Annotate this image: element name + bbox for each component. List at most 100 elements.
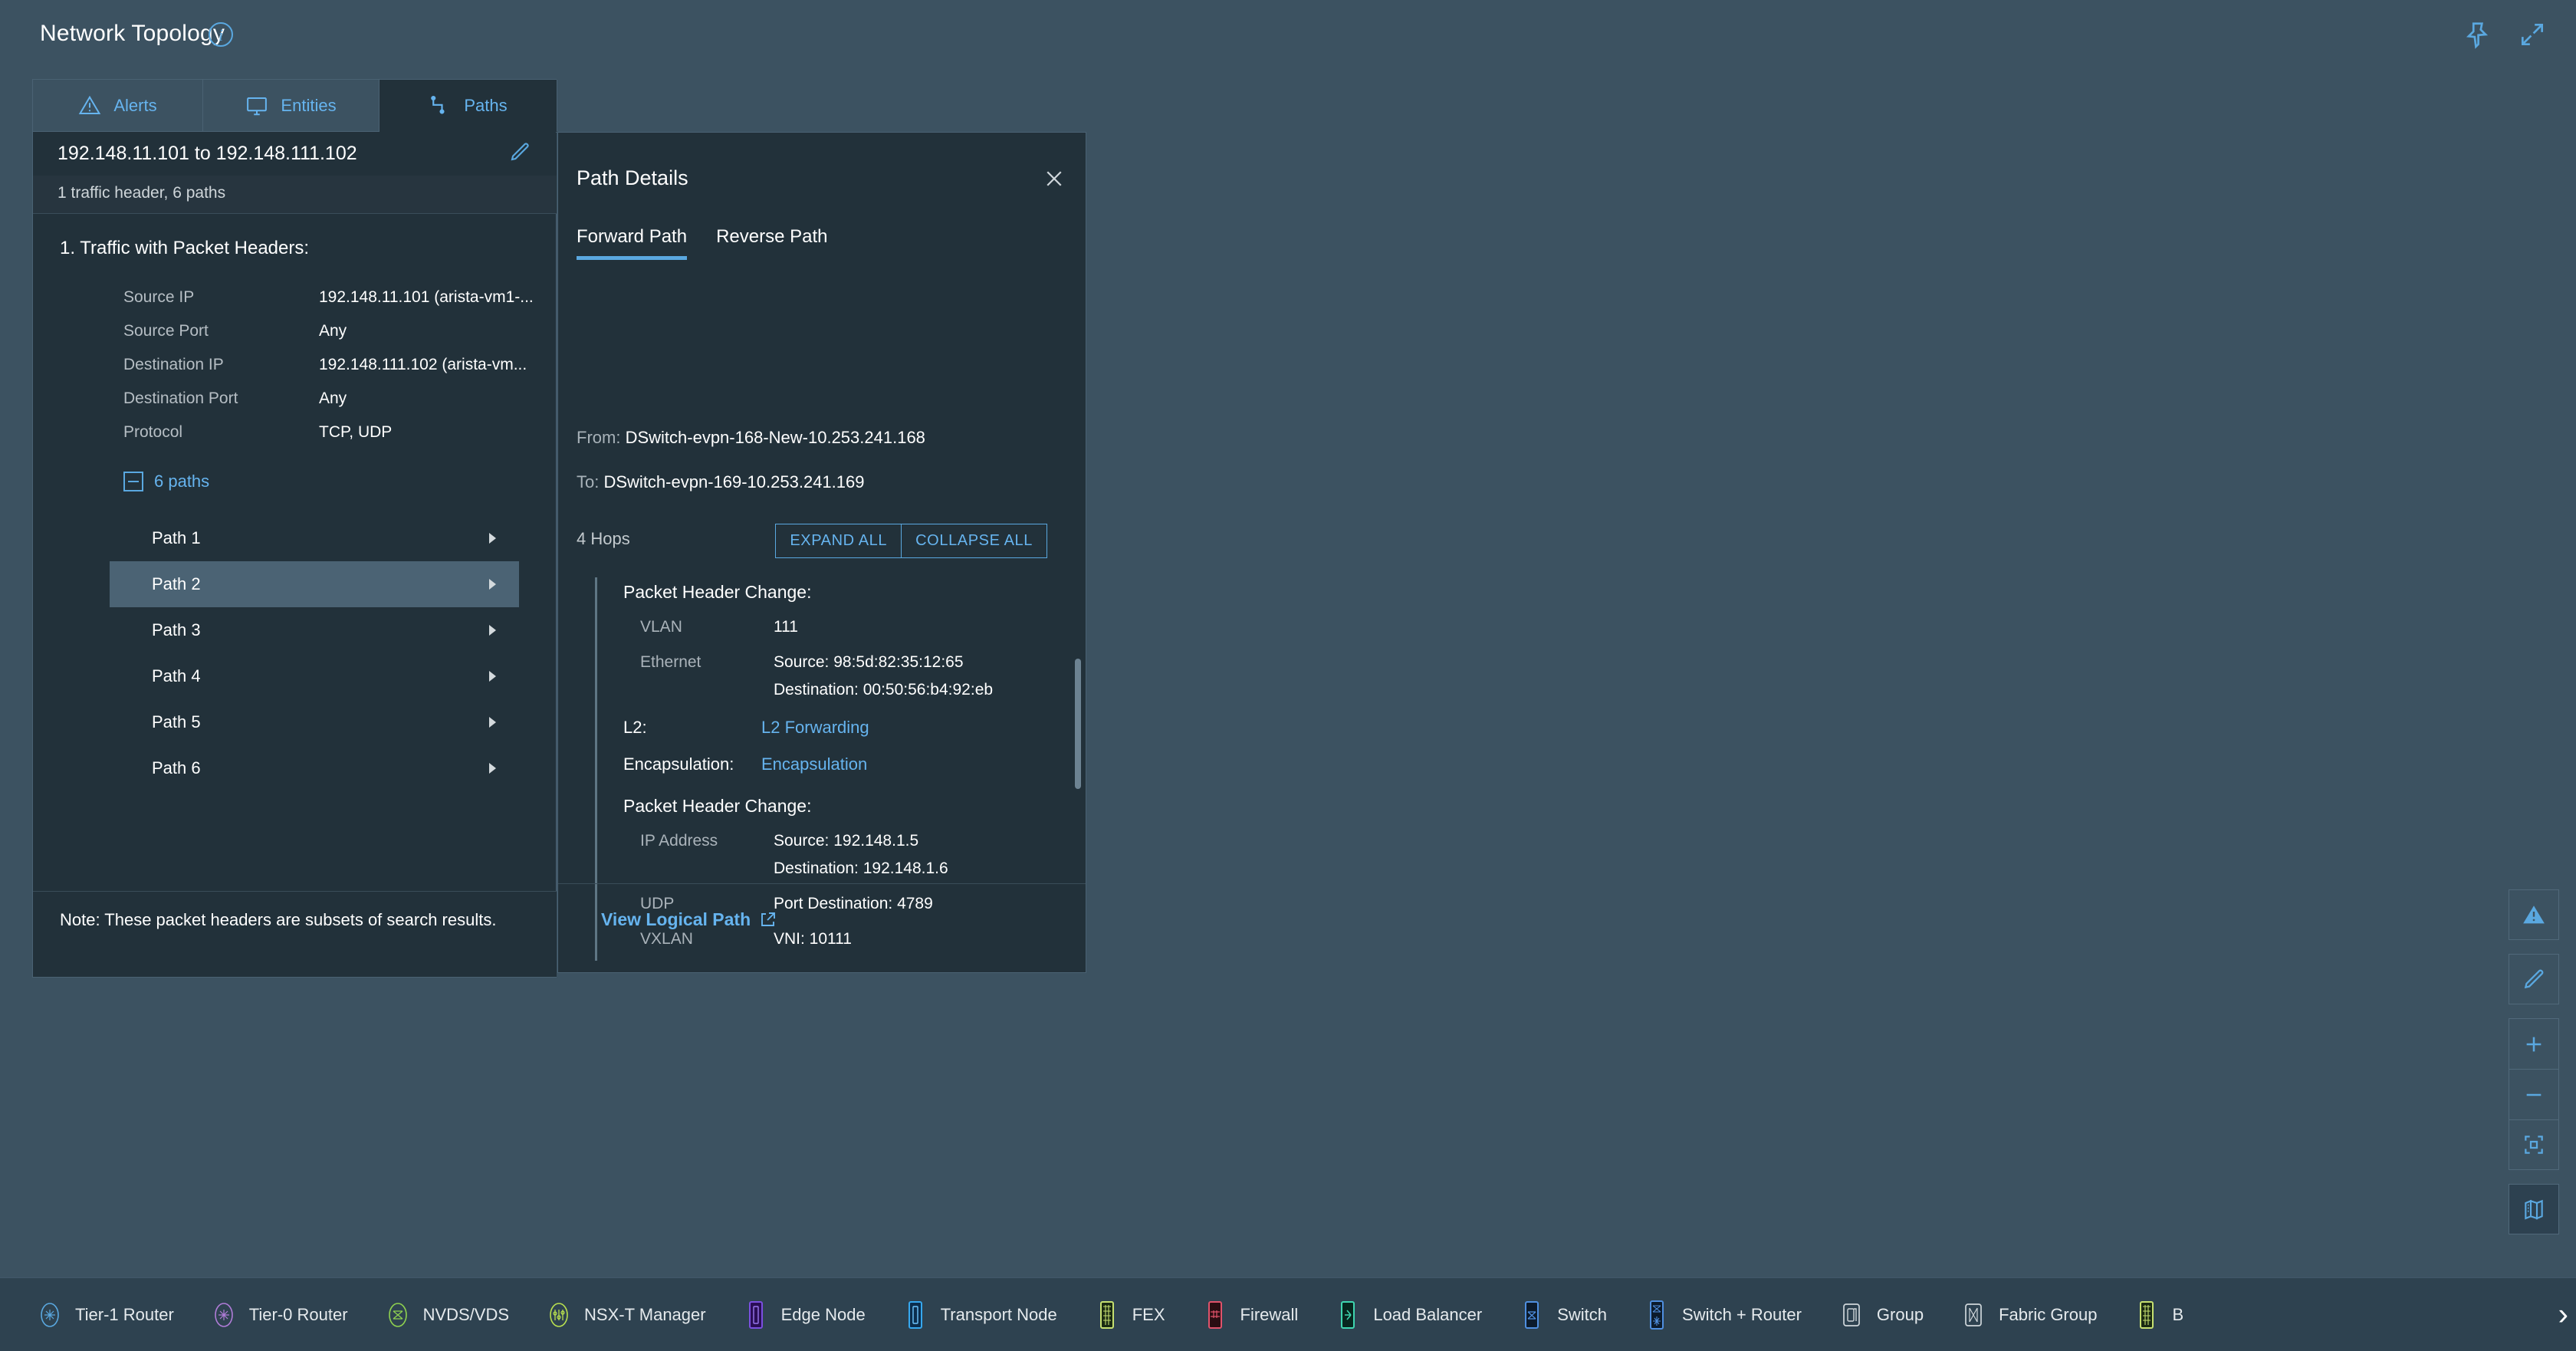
node-chip-arista-fabric[interactable]: Arista Fabric <box>2282 339 2374 359</box>
traffic-row-key: Protocol <box>123 423 183 441</box>
tab-entities[interactable]: Entities <box>203 80 380 132</box>
legend-item-group[interactable]: Group <box>1837 1299 1924 1331</box>
packet-header-change-heading-2: Packet Header Change: <box>623 796 812 816</box>
node-chip-host-right[interactable]: Host 10.253.241... <box>2274 1037 2395 1057</box>
path-list-item-4[interactable]: Path 4 <box>110 653 519 699</box>
transport-node-icon <box>901 1299 930 1331</box>
tab-reverse-path[interactable]: Reverse Path <box>716 226 827 260</box>
path-list-item-5[interactable]: Path 5 <box>110 699 519 745</box>
host-card-bottom-mid[interactable] <box>495 1121 703 1277</box>
device-node-spine[interactable] <box>2087 862 2119 892</box>
hop-encapsulation-row: Encapsulation: Encapsulation <box>623 754 1069 774</box>
path-list-item-2[interactable]: Path 2 <box>110 561 519 607</box>
node-chip-leaf-fabric[interactable]: Leaf Fabric <box>2268 358 2353 378</box>
legend-item-edge-node[interactable]: Edge Node <box>741 1299 866 1331</box>
host-card-right[interactable] <box>2262 1050 2337 1116</box>
host-vm-active-left[interactable] <box>1325 1061 1346 1083</box>
minimap-tool[interactable] <box>2509 1184 2559 1234</box>
pencil-icon[interactable] <box>508 140 531 163</box>
traffic-list-area: 1. Traffic with Packet Headers: Source I… <box>33 215 557 965</box>
node-chip-label: Host 10.253.241... <box>2295 1040 2389 1054</box>
details-scrollbar[interactable] <box>1075 659 1081 789</box>
chevron-right-icon <box>489 717 496 728</box>
chevron-right-icon <box>489 763 496 774</box>
tab-forward-path[interactable]: Forward Path <box>577 226 688 260</box>
host-vm-bottom-mid[interactable] <box>511 1215 531 1234</box>
hop-row-value: 111 <box>774 618 798 636</box>
device-node-vtep-right[interactable] <box>2300 371 2332 402</box>
chevron-right-icon[interactable]: › <box>2558 1297 2568 1332</box>
path-icon <box>429 94 452 117</box>
legend-item-switch-router[interactable]: Switch + Router <box>1642 1299 1802 1331</box>
view-logical-path-link[interactable]: View Logical Path <box>601 909 777 930</box>
node-chip-host-bottom-mid[interactable]: Host 10.253.241... <box>644 1197 765 1217</box>
map-icon <box>2525 1199 2543 1220</box>
info-icon[interactable]: i <box>209 22 233 47</box>
legend-item-load-balancer[interactable]: Load Balancer <box>1333 1299 1482 1331</box>
pin-icon[interactable] <box>2463 20 2492 49</box>
path-details-footer: View Logical Path <box>558 883 1086 972</box>
minus-square-icon[interactable] <box>123 472 143 491</box>
collapse-all-button[interactable]: COLLAPSE ALL <box>901 524 1046 557</box>
legend-item-nsxt-manager[interactable]: NSX-T Manager <box>544 1299 706 1331</box>
legend-label: Fabric Group <box>1999 1304 2098 1324</box>
path-list-item-3[interactable]: Path 3 <box>110 607 519 653</box>
legend-item-transport-node[interactable]: Transport Node <box>901 1299 1057 1331</box>
fabric-group-icon <box>2048 849 2064 863</box>
expand-all-button[interactable]: EXPAND ALL <box>776 524 901 557</box>
path-from-value: DSwitch-evpn-168-New-10.253.241.168 <box>625 428 925 447</box>
traffic-row-value: 192.148.11.101 (arista-vm1-... <box>319 288 534 306</box>
fabric-group-icon <box>1959 1299 1988 1331</box>
legend-item-fex[interactable]: FEX <box>1092 1299 1165 1331</box>
legend-item-switch[interactable]: Switch <box>1517 1299 1607 1331</box>
hop-encapsulation-value-link[interactable]: Encapsulation <box>761 754 867 774</box>
tab-alerts[interactable]: Alerts <box>33 80 203 132</box>
plus-icon <box>2526 1037 2542 1051</box>
fabric-group-icon <box>2282 340 2298 354</box>
edit-tool[interactable] <box>2509 954 2559 1004</box>
search-subtitle: 1 traffic header, 6 paths <box>58 184 226 202</box>
host-vm-active-right[interactable] <box>2306 1060 2329 1083</box>
zoom-out-tool[interactable] <box>2509 1069 2559 1119</box>
traffic-row-value: Any <box>319 390 347 407</box>
node-chip-host-left[interactable]: Host 10.253.241... <box>1282 1042 1403 1062</box>
legend-item-tier0-router[interactable]: Tier-0 Router <box>209 1299 348 1331</box>
alarm-indicator[interactable] <box>2328 367 2338 376</box>
legend-label: Firewall <box>1240 1304 1299 1324</box>
legend-item-tier1-router[interactable]: Tier-1 Router <box>35 1299 174 1331</box>
hop-row-vlan: VLAN 111 <box>623 618 1069 638</box>
legend-item-truncated[interactable]: B <box>2132 1299 2183 1331</box>
tab-paths[interactable]: Paths <box>380 80 557 132</box>
packet-header-change-heading: Packet Header Change: <box>623 582 812 602</box>
chevron-right-icon <box>489 579 496 590</box>
legend-item-nvds-vds[interactable]: NVDS/VDS <box>383 1299 509 1331</box>
host-vm-right[interactable] <box>2277 1084 2297 1104</box>
node-chip-spine-fabric[interactable]: Spine Fabric <box>2047 848 2139 868</box>
device-badge-vtep-left: VTEP <box>1179 402 1219 416</box>
path-list-item-6[interactable]: Path 6 <box>110 745 519 791</box>
close-icon[interactable] <box>1043 167 1066 190</box>
hop-l2-row: L2: L2 Forwarding <box>623 718 1069 738</box>
hop-row-value-secondary: Destination: 00:50:56:b4:92:eb <box>774 681 994 699</box>
legend-label: FEX <box>1132 1304 1165 1324</box>
hop-encapsulation-label: Encapsulation: <box>623 754 734 774</box>
zoom-in-tool[interactable] <box>2509 1018 2559 1069</box>
path-details-title: Path Details <box>577 166 688 189</box>
paths-collapse-toggle[interactable]: 6 paths <box>123 472 209 491</box>
legend-item-fabric-group[interactable]: Fabric Group <box>1959 1299 2097 1331</box>
host-card-bottom-left[interactable] <box>176 1231 437 1277</box>
expand-collapse-button-group: EXPAND ALL COLLAPSE ALL <box>775 524 1047 558</box>
traffic-row-value: 192.148.111.102 (arista-vm... <box>319 356 527 373</box>
hop-row-value-secondary: Destination: 192.148.1.6 <box>774 860 948 877</box>
fit-screen-tool[interactable] <box>2509 1119 2559 1170</box>
alarm-indicator[interactable] <box>1221 367 1231 376</box>
device-node-vtep-left[interactable] <box>1194 371 1226 402</box>
alarm-indicator[interactable] <box>2329 1058 2338 1066</box>
host-card-left[interactable] <box>1309 1051 1362 1108</box>
alerts-tool[interactable] <box>2509 889 2559 940</box>
hop-l2-value-link[interactable]: L2 Forwarding <box>761 718 869 738</box>
expand-icon[interactable] <box>2518 20 2547 49</box>
path-to-value: DSwitch-evpn-169-10.253.241.169 <box>603 472 865 491</box>
legend-item-firewall[interactable]: Firewall <box>1201 1299 1299 1331</box>
path-list-item-1[interactable]: Path 1 <box>110 515 519 561</box>
